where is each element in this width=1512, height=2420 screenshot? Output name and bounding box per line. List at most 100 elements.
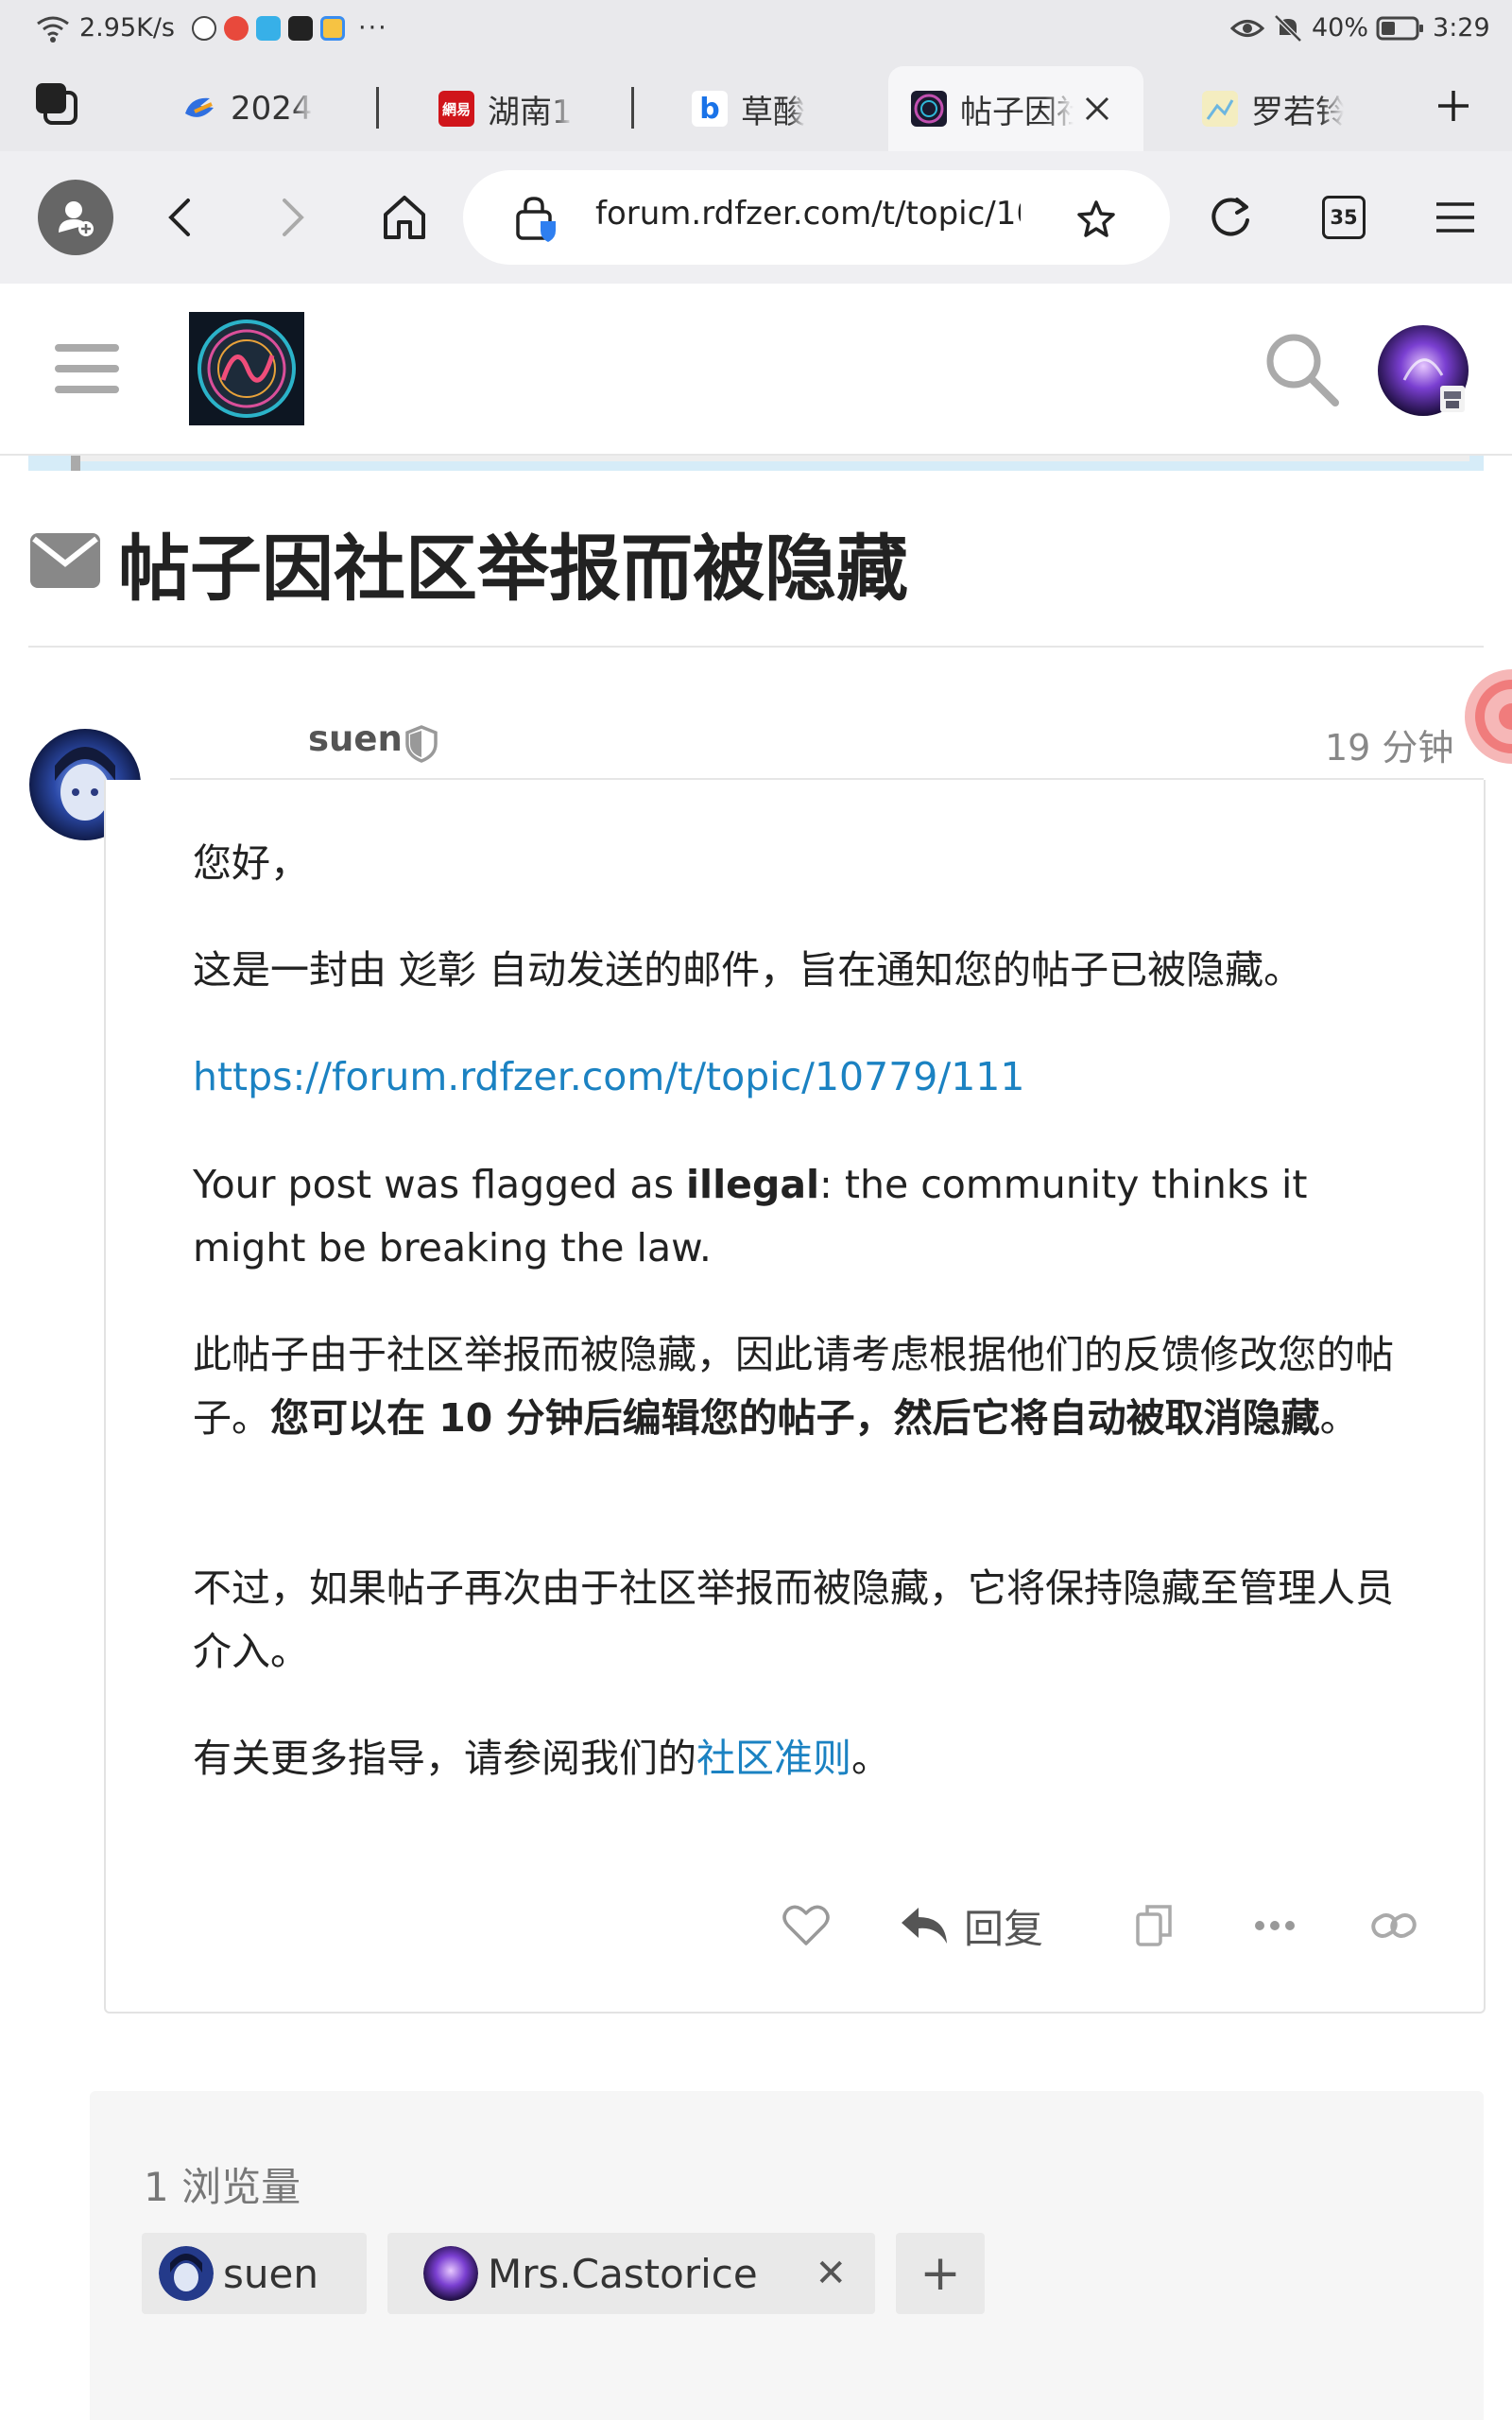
tab-3[interactable]: b 草酸 xyxy=(692,66,833,151)
floating-ball-icon xyxy=(1465,669,1512,764)
reply-button[interactable]: 回复 xyxy=(900,1893,1043,1959)
hamburger-icon xyxy=(1436,202,1474,233)
address-bar[interactable]: forum.rdfzer.com/t/topic/108 xyxy=(463,170,1170,265)
home-button[interactable] xyxy=(374,187,435,248)
post-paragraph: Your post was flagged as illegal: the co… xyxy=(193,1153,1421,1280)
more-actions-button[interactable] xyxy=(1246,1896,1304,1955)
topic-title: 帖子因社区举报而被隐藏 xyxy=(118,527,908,611)
tab-overview-button[interactable] xyxy=(28,76,85,132)
tab-favicon: b xyxy=(692,91,728,127)
post-bold-text: 您可以在 10 分钟后编辑您的帖子，然后它将自动被取消隐藏 xyxy=(270,1395,1320,1441)
post-text: Your post was flagged as xyxy=(193,1162,686,1207)
plus-icon xyxy=(1438,91,1469,121)
tab-2[interactable]: 網易 湖南1 xyxy=(438,66,580,151)
heart-icon xyxy=(782,1905,830,1945)
tab-count: 35 xyxy=(1322,196,1366,239)
tab-4-active[interactable]: 帖子因社 xyxy=(888,66,1143,151)
participant-chip[interactable]: suen xyxy=(142,2233,367,2314)
post-bold-text: illegal xyxy=(686,1162,820,1207)
site-logo[interactable] xyxy=(189,312,304,425)
search-button[interactable] xyxy=(1259,326,1344,411)
view-count: 1 浏览量 xyxy=(144,2164,301,2210)
post-link[interactable]: https://forum.rdfzer.com/t/topic/10779/1… xyxy=(193,1046,1421,1109)
back-button[interactable] xyxy=(151,189,208,246)
chevron-right-icon xyxy=(283,199,304,236)
site-security-button[interactable] xyxy=(510,193,563,246)
battery-percent: 40% xyxy=(1312,13,1369,43)
moderator-shield-icon xyxy=(404,725,438,763)
mute-bell-icon xyxy=(1274,13,1302,43)
post-text: 。 xyxy=(1319,1395,1359,1441)
progress-track xyxy=(71,456,1469,461)
reload-icon xyxy=(1211,198,1249,236)
lock-shield-icon xyxy=(516,197,556,242)
like-button[interactable] xyxy=(777,1896,835,1955)
status-left: 2.95K/s ··· xyxy=(34,13,388,43)
tab-1[interactable]: 2024 xyxy=(181,66,352,151)
guidelines-link[interactable]: 社区准则 xyxy=(696,1736,851,1781)
close-tab-icon[interactable] xyxy=(1083,95,1111,123)
copy-icon xyxy=(1136,1905,1172,1946)
copy-button[interactable] xyxy=(1125,1896,1183,1955)
app-icon xyxy=(288,15,313,41)
post-text: 。 xyxy=(851,1736,890,1781)
participant-avatar xyxy=(423,2246,478,2301)
browser-toolbar: forum.rdfzer.com/t/topic/108 35 xyxy=(0,151,1512,284)
home-icon xyxy=(384,196,425,239)
tab-favicon xyxy=(911,91,947,127)
tab-label: 草酸 xyxy=(741,93,805,131)
app-icon xyxy=(320,15,345,41)
remove-participant-icon[interactable]: ✕ xyxy=(815,2252,847,2295)
participant-name: suen xyxy=(223,2250,318,2297)
new-tab-button[interactable] xyxy=(1427,79,1480,132)
tab-favicon xyxy=(185,97,214,117)
reload-button[interactable] xyxy=(1200,187,1261,248)
forward-button[interactable] xyxy=(265,189,321,246)
status-right: 40% 3:29 xyxy=(1230,13,1490,43)
site-menu-button[interactable] xyxy=(47,331,127,406)
search-icon xyxy=(1266,334,1339,406)
tabs-icon xyxy=(36,83,77,125)
site-header xyxy=(0,284,1512,456)
reading-progress-bar xyxy=(28,456,1484,471)
floating-widget[interactable] xyxy=(1463,667,1512,766)
post-paragraph: 此帖子由于社区举报而被隐藏，因此请考虑根据他们的反馈修改您的帖子。您可以在 10… xyxy=(193,1323,1421,1450)
bookmark-button[interactable] xyxy=(1070,193,1123,246)
add-participant-button[interactable]: + xyxy=(896,2233,985,2314)
post-paragraph: 有关更多指导，请参阅我们的社区准则。 xyxy=(193,1727,1421,1790)
user-add-icon xyxy=(59,201,94,236)
tab-label: 罗若铃 xyxy=(1251,93,1344,131)
post-greeting: 您好， xyxy=(193,840,309,886)
wifi-icon xyxy=(37,16,69,43)
tab-favicon: 網易 xyxy=(438,91,474,127)
tab-label: 湖南1 xyxy=(488,93,573,131)
post-time[interactable]: 19 分钟 xyxy=(1325,718,1453,770)
tab-5[interactable]: 罗若铃 xyxy=(1202,66,1344,151)
private-message-icon xyxy=(28,531,102,590)
tab-divider xyxy=(376,87,379,129)
profile-button[interactable] xyxy=(38,180,113,255)
reply-icon xyxy=(902,1908,947,1944)
post-paragraph: 不过，如果帖子再次由于社区举报而被隐藏，它将保持隐藏至管理人员介入。 xyxy=(193,1565,1394,1674)
menu-button[interactable] xyxy=(1425,187,1486,248)
tab-count-button[interactable]: 35 xyxy=(1314,187,1374,248)
chevron-left-icon xyxy=(168,199,190,236)
progress-marker xyxy=(71,456,80,471)
status-bar: 2.95K/s ··· 40% 3:29 xyxy=(0,0,1512,59)
post-author[interactable]: suen xyxy=(308,718,403,759)
participant-chip[interactable]: Mrs.Castorice ✕ xyxy=(387,2233,875,2314)
app-icon xyxy=(256,15,281,41)
network-speed: 2.95K/s xyxy=(79,13,175,43)
share-link-button[interactable] xyxy=(1365,1896,1423,1955)
tab-favicon xyxy=(1202,91,1238,127)
post-paragraph: 这是一封由 彣彰 自动发送的邮件，旨在通知您的帖子已被隐藏。 xyxy=(193,947,1303,993)
tab-label: 2024 xyxy=(231,90,313,128)
user-avatar-button[interactable] xyxy=(1376,323,1470,418)
clock: 3:29 xyxy=(1433,13,1490,43)
reply-label: 回复 xyxy=(964,1905,1044,1952)
post-text: 有关更多指导，请参阅我们的 xyxy=(193,1736,696,1781)
app-icon xyxy=(192,15,216,41)
logo-image xyxy=(189,312,304,425)
tab-strip: 2024 網易 湖南1 b 草酸 帖子因社 罗若铃 xyxy=(0,59,1512,151)
participant-avatar xyxy=(159,2246,214,2301)
